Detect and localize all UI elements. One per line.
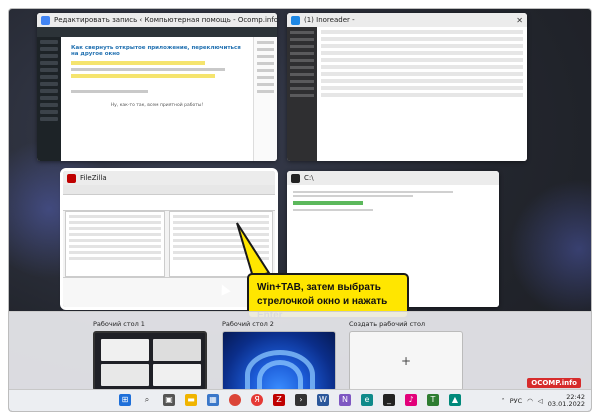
desktop-2[interactable]: Рабочий стол 2 [222,320,336,391]
edge-icon[interactable]: e [361,394,373,406]
desktop-label: Рабочий стол 1 [93,320,145,328]
background-glow [509,179,591,319]
window-titlebar[interactable]: FileZilla [63,171,275,185]
filezilla-toolbar [63,185,275,195]
filezilla-icon [67,173,76,183]
media-icon[interactable]: ♪ [405,394,417,406]
chevron-up-icon[interactable]: ˄ [501,397,504,405]
wp-editor: Как свернуть открытое приложение, перекл… [61,37,253,161]
desktop-thumbnail[interactable] [93,331,207,391]
task-view-icon[interactable]: ▣ [163,394,175,406]
inoreader-feed [317,27,527,161]
cmd-icon [291,173,300,183]
system-tray: ˄ РУС ◠ ◁ 22:42 03.01.2022 [501,394,585,408]
store-icon[interactable]: ▦ [207,394,219,406]
post-footer-text: Ну, как-то так, всем приятной работы! [110,103,204,108]
transfer-queue [63,277,275,307]
callout-pointer [236,222,271,279]
close-icon[interactable]: ✕ [512,16,523,25]
word-icon[interactable]: W [317,394,329,406]
clock[interactable]: 22:42 03.01.2022 [548,394,585,408]
filezilla-log [63,195,275,211]
volume-icon[interactable]: ◁ [538,397,543,405]
callout-line-1: Win+TAB, затем выбрать [257,282,381,293]
desktop-label: Создать рабочий стол [349,320,426,328]
window-title: C:\ [304,174,314,182]
window-inoreader[interactable]: (1) Inoreader - ✕ [287,13,527,161]
window-titlebar[interactable]: Редактировать запись ‹ Компьютерная помо… [37,13,277,27]
terminal-icon[interactable]: › [295,394,307,406]
window-titlebar[interactable]: C:\ [287,171,499,185]
wifi-icon[interactable]: ◠ [527,397,533,405]
language-indicator[interactable]: РУС [510,397,522,405]
clock-date: 03.01.2022 [547,400,585,408]
new-desktop[interactable]: Создать рабочий стол + [349,320,463,391]
taskbar-icons: ⊞ ⌕ ▣ ▬ ▦ Я Z › W N e _ ♪ T ▲ [119,394,461,406]
progress-bar [293,201,363,205]
window-content: Как свернуть открытое приложение, перекл… [37,27,277,161]
task-view-screen: Редактировать запись ‹ Компьютерная помо… [8,8,592,412]
window-title: Редактировать запись ‹ Компьютерная помо… [54,16,277,24]
windows-start-icon[interactable]: ⊞ [119,394,131,406]
desktop-thumbnail[interactable] [222,331,336,391]
inoreader-icon [291,15,300,25]
cmd-icon[interactable]: _ [383,394,395,406]
taskbar: ⊞ ⌕ ▣ ▬ ▦ Я Z › W N e _ ♪ T ▲ ˄ РУС ◠ ◁ … [9,389,591,411]
notes-icon[interactable]: N [339,394,351,406]
post-heading: Как свернуть открытое приложение, перекл… [71,45,241,57]
photo-icon[interactable]: ▲ [449,394,461,406]
window-wordpress[interactable]: Редактировать запись ‹ Компьютерная помо… [37,13,277,161]
totalcmd-icon[interactable]: T [427,394,439,406]
yandex-icon[interactable]: Я [251,394,263,406]
chrome-icon[interactable] [229,394,241,406]
wp-admin-sidebar [37,37,61,161]
wp-settings-panel [253,37,277,161]
search-icon[interactable]: ⌕ [141,394,153,406]
chrome-icon [41,15,50,25]
explorer-icon[interactable]: ▬ [185,394,197,406]
desktop-label: Рабочий стол 2 [222,320,274,328]
plus-icon: + [400,354,412,368]
browser-toolbar [37,27,277,37]
window-title: (1) Inoreader - [304,16,355,24]
new-desktop-button[interactable]: + [349,331,463,391]
window-content [287,27,527,161]
virtual-desktops-bar: Рабочий стол 1 Рабочий стол 2 Создать ра… [9,311,591,391]
window-title: FileZilla [80,174,107,182]
watermark-logo: OCOMP.info [527,378,581,388]
inoreader-sidebar [287,27,317,161]
desktop-1[interactable]: Рабочий стол 1 [93,320,207,391]
local-files-pane [65,211,165,277]
screenshot-frame: Редактировать запись ‹ Компьютерная помо… [0,0,600,420]
window-titlebar[interactable]: (1) Inoreader - ✕ [287,13,527,27]
filezilla-icon[interactable]: Z [273,394,285,406]
